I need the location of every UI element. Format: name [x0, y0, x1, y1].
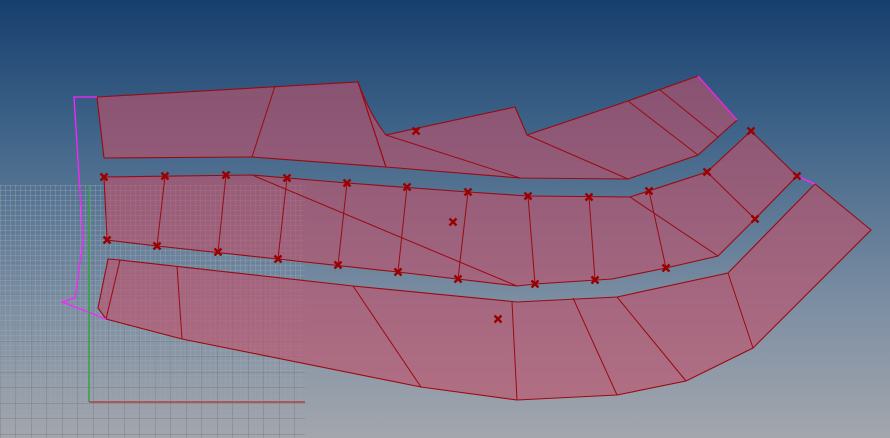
surface-top-right — [357, 75, 738, 180]
surface-top-left — [96, 81, 387, 168]
graphics-viewport[interactable] — [0, 0, 890, 438]
model-canvas[interactable] — [0, 0, 890, 438]
